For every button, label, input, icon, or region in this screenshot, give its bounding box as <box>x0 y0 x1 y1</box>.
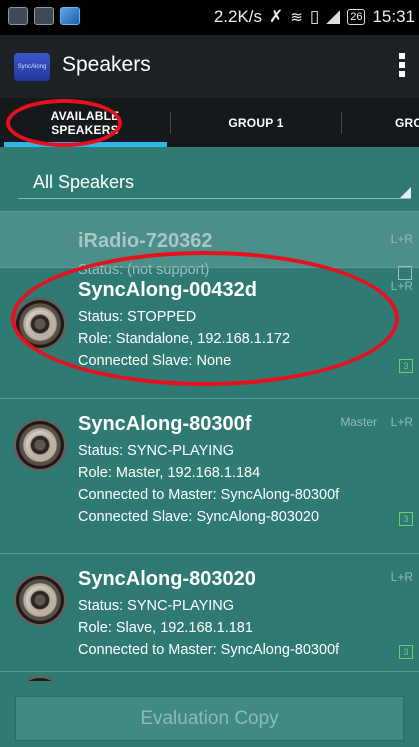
tab-available-speakers[interactable]: AVAILABLE SPEAKERS <box>0 98 170 147</box>
speaker-channel: L+R <box>390 279 413 293</box>
speaker-role: Role: Standalone, 192.168.1.172 <box>78 331 291 347</box>
tab-group-2[interactable]: GRO <box>342 98 419 147</box>
status-bar: 2.2K/s ✗ ≋ ▯ 26 15:31 <box>0 0 419 35</box>
tab-label: GROUP 1 <box>228 115 284 130</box>
speaker-status: Status: SYNC-PLAYING <box>78 443 235 459</box>
speaker-name: iRadio-720362 <box>78 230 213 252</box>
data-transfer-icon: ✗ <box>269 7 284 26</box>
tab-bar: AVAILABLE SPEAKERS GROUP 1 GRO <box>0 98 419 147</box>
speaker-name: SyncAlong-00432d <box>78 279 257 301</box>
speaker-channel: L+R <box>390 570 413 584</box>
notification-keyboard-icon <box>8 7 28 25</box>
footer: Evaluation Copy <box>0 681 419 747</box>
tab-label-line1: AVAILABLE <box>50 108 120 123</box>
app-logo-icon[interactable]: SyncAlong <box>14 53 50 81</box>
tab-label-line2: SPEAKERS <box>51 122 119 137</box>
speaker-status: Status: SYNC-PLAYING <box>78 598 235 614</box>
page-title: Speakers <box>62 53 151 76</box>
speaker-channel: L+R <box>390 415 413 429</box>
speaker-role: Role: Slave, 192.168.1.181 <box>78 620 253 636</box>
speaker-icon <box>14 574 66 626</box>
tab-label: GRO <box>395 115 419 130</box>
speaker-status: Status: STOPPED <box>78 309 197 325</box>
signal-icon <box>326 10 341 24</box>
clock: 15:31 <box>372 7 415 26</box>
evaluation-copy-button[interactable]: Evaluation Copy <box>15 696 404 741</box>
notification-image-icon <box>34 7 54 25</box>
tab-group-1[interactable]: GROUP 1 <box>171 98 341 147</box>
notification-app-icon <box>60 7 80 25</box>
dropdown-caret-icon <box>400 187 411 198</box>
speaker-item-syncalong-803020[interactable]: SyncAlong-803020 Status: SYNC-PLAYING Ro… <box>0 553 419 671</box>
dropdown-selected-value: All Speakers <box>33 172 135 192</box>
vibrate-icon: ▯ <box>309 7 320 26</box>
speaker-name: SyncAlong-803020 <box>78 568 256 590</box>
speaker-item-iradio-720362[interactable]: iRadio-720362 Status: (not support) L+R <box>0 211 419 280</box>
speaker-badge[interactable]: 3 <box>399 359 413 373</box>
speaker-name: SyncAlong-80300f <box>78 413 252 435</box>
speaker-badge[interactable]: 3 <box>399 512 413 526</box>
action-bar: SyncAlong Speakers <box>0 35 419 98</box>
speaker-connected-slave: Connected Slave: None <box>78 353 232 369</box>
speaker-icon <box>14 298 66 350</box>
dropdown-underline <box>18 198 411 199</box>
speaker-connected-master: Connected to Master: SyncAlong-80300f <box>78 642 340 658</box>
speaker-item-partial[interactable] <box>0 671 419 681</box>
speaker-item-syncalong-80300f[interactable]: SyncAlong-80300f Status: SYNC-PLAYING Ro… <box>0 398 419 553</box>
speaker-item-syncalong-00432d[interactable]: SyncAlong-00432d Status: STOPPED Role: S… <box>0 267 419 398</box>
speaker-role: Role: Master, 192.168.1.184 <box>78 465 261 481</box>
wifi-icon: ≋ <box>290 9 303 26</box>
speaker-channel: L+R <box>390 232 413 246</box>
battery-icon: 26 <box>347 9 366 25</box>
network-speed: 2.2K/s <box>213 7 263 26</box>
speaker-list: iRadio-720362 Status: (not support) L+R … <box>0 211 419 681</box>
speaker-connected-master: Connected to Master: SyncAlong-80300f <box>78 487 340 503</box>
speaker-connected-slave: Connected Slave: SyncAlong-803020 <box>78 509 320 525</box>
speaker-filter-dropdown[interactable]: All Speakers <box>0 147 419 209</box>
speaker-role-tag: Master <box>340 415 377 429</box>
overflow-menu-icon[interactable] <box>399 53 405 80</box>
speaker-icon <box>14 419 66 471</box>
speaker-badge[interactable]: 3 <box>399 645 413 659</box>
